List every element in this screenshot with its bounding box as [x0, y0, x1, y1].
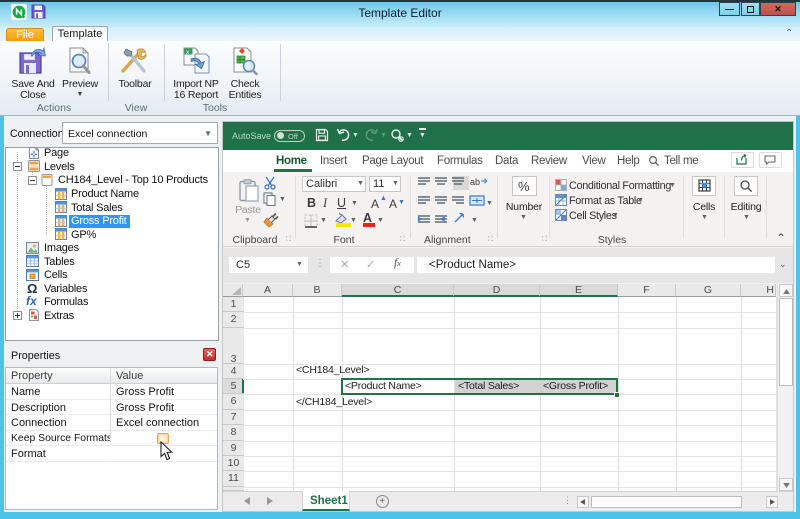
svg-text:ab: ab — [470, 177, 480, 187]
